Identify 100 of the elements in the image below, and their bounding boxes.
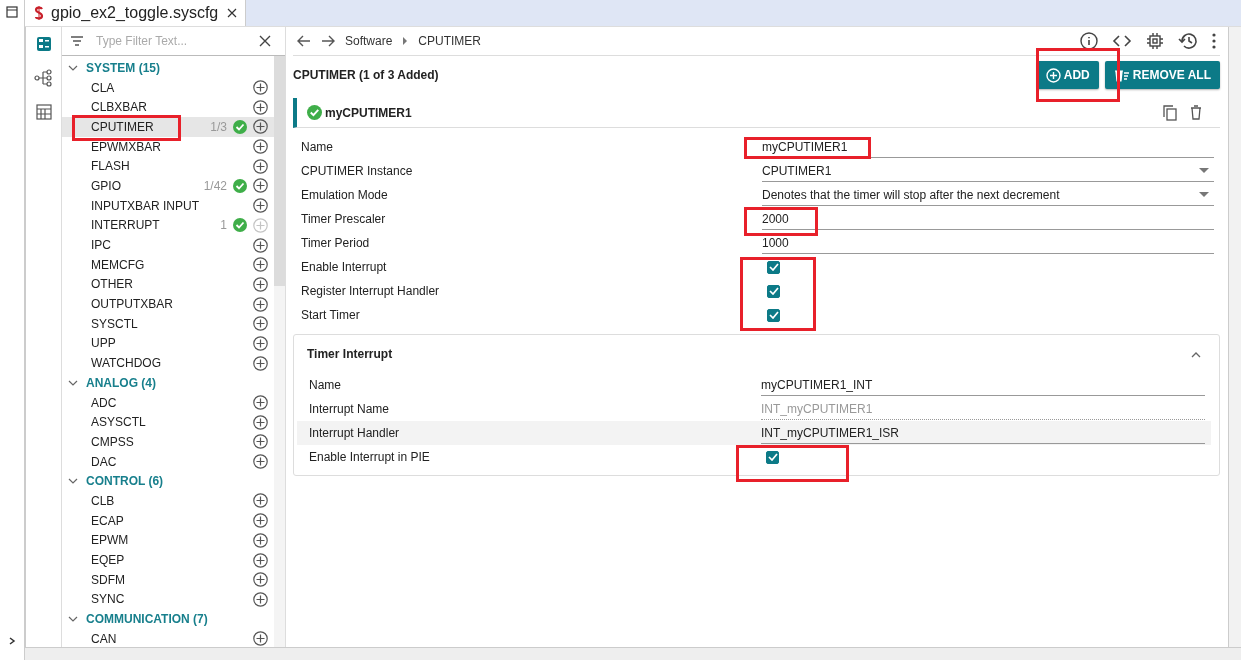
tree-item[interactable]: EPWM	[62, 530, 274, 551]
add-icon[interactable]	[253, 631, 268, 647]
chip-icon[interactable]	[1146, 32, 1164, 50]
text-field[interactable]: myCPUTIMER1	[762, 136, 1214, 158]
chevron-down-icon[interactable]	[68, 63, 78, 72]
add-icon[interactable]	[253, 237, 268, 253]
breadcrumb-link[interactable]: CPUTIMER	[418, 34, 482, 48]
category-label[interactable]: SYSTEM (15)	[86, 60, 160, 75]
code-icon[interactable]	[1112, 34, 1132, 48]
tree-item[interactable]: SYSCTL	[62, 313, 274, 334]
add-icon[interactable]	[253, 158, 268, 174]
add-icon[interactable]	[253, 198, 268, 214]
chevron-down-icon[interactable]	[68, 378, 78, 387]
text-field[interactable]: myCPUTIMER1_INT	[761, 374, 1205, 396]
module-label: OUTPUTXBAR	[91, 297, 174, 312]
chevron-down-icon[interactable]	[68, 615, 78, 624]
add-icon[interactable]	[253, 355, 268, 371]
checkbox[interactable]	[766, 450, 779, 464]
list-view-icon[interactable]	[34, 35, 53, 53]
tree-item[interactable]: FLASH	[62, 156, 274, 177]
add-icon[interactable]	[253, 296, 268, 312]
text-field[interactable]: INT_myCPUTIMER1_ISR	[761, 422, 1205, 444]
category-label[interactable]: ANALOG (4)	[86, 375, 156, 390]
chevron-down-icon[interactable]	[68, 477, 78, 486]
tree-item[interactable]: ECAP	[62, 510, 274, 531]
window-icon[interactable]	[6, 6, 18, 18]
collapse-chevron-icon[interactable]	[1191, 350, 1201, 358]
add-icon[interactable]	[253, 99, 268, 115]
tree-item[interactable]: GPIO 1/42	[62, 176, 274, 196]
scrollbar-thumb[interactable]	[274, 56, 285, 286]
add-icon[interactable]	[253, 552, 268, 568]
tree-item[interactable]: OUTPUTXBAR	[62, 294, 274, 314]
text-field[interactable]: 2000	[762, 208, 1214, 230]
section-title: Timer Interrupt	[307, 347, 393, 361]
text-field[interactable]: 1000	[762, 232, 1214, 254]
module-label: INTERRUPT	[91, 218, 161, 233]
category-label[interactable]: COMMUNICATION (7)	[86, 612, 208, 627]
info-icon[interactable]	[1080, 32, 1098, 50]
add-icon[interactable]	[253, 414, 268, 430]
add-icon[interactable]	[253, 493, 268, 509]
add-icon[interactable]	[253, 591, 268, 607]
checkbox[interactable]	[767, 284, 780, 298]
category-label[interactable]: CONTROL (6)	[86, 474, 164, 489]
tree-item[interactable]: INTERRUPT 1	[62, 215, 274, 236]
module-label: EPWMXBAR	[91, 139, 162, 154]
add-icon[interactable]	[253, 532, 268, 548]
tree-item[interactable]: EQEP	[62, 550, 274, 570]
tree-item[interactable]: INPUTXBAR INPUT	[62, 195, 274, 216]
add-icon[interactable]	[253, 139, 268, 155]
tree-item[interactable]: OTHER	[62, 274, 274, 295]
add-icon[interactable]	[253, 80, 268, 96]
add-icon[interactable]	[253, 513, 268, 529]
tree-item[interactable]: ADC	[62, 392, 274, 413]
filter-field[interactable]: Type Filter Text...	[94, 33, 249, 49]
clear-icon[interactable]	[259, 35, 271, 47]
add-icon[interactable]	[253, 316, 268, 332]
add-icon[interactable]	[253, 276, 268, 292]
field-label: Name	[309, 378, 342, 392]
add-icon[interactable]	[253, 335, 268, 351]
instance-name[interactable]: myCPUTIMER1	[325, 105, 412, 120]
tree-item[interactable]: WATCHDOG	[62, 353, 274, 373]
tree-item[interactable]: SDFM	[62, 569, 274, 590]
tree-item[interactable]: MEMCFG	[62, 254, 274, 275]
add-icon[interactable]	[253, 572, 268, 588]
add-icon[interactable]	[253, 434, 268, 450]
calculator-icon[interactable]	[34, 103, 53, 121]
tree-item[interactable]: CLBXBAR	[62, 97, 274, 118]
module-label: CPUTIMER	[91, 119, 155, 134]
dropdown-field[interactable]: CPUTIMER1	[762, 160, 1214, 182]
checkbox[interactable]	[767, 308, 780, 322]
hierarchy-icon[interactable]	[33, 68, 54, 88]
remove-all-button[interactable]: REMOVE ALL	[1104, 61, 1220, 89]
tree-item[interactable]: CAN	[62, 628, 274, 647]
forward-arrow-icon[interactable]	[321, 35, 335, 47]
tree-item[interactable]: IPC	[62, 235, 274, 255]
close-icon[interactable]	[227, 8, 237, 18]
chevron-right-icon[interactable]	[7, 636, 17, 646]
tree-item[interactable]: UPP	[62, 333, 274, 354]
add-icon[interactable]	[253, 178, 268, 194]
back-arrow-icon[interactable]	[297, 35, 311, 47]
checkbox[interactable]	[767, 260, 780, 274]
tree-item[interactable]: CMPSS	[62, 432, 274, 452]
add-icon[interactable]	[253, 395, 268, 411]
tree-item[interactable]: CLB	[62, 491, 274, 511]
tree-item[interactable]: EPWMXBAR	[62, 136, 274, 157]
copy-icon[interactable]	[1163, 104, 1177, 121]
tree-item[interactable]: SYNC	[62, 589, 274, 610]
add-icon[interactable]	[253, 257, 268, 273]
history-icon[interactable]	[1178, 32, 1198, 50]
tree-item[interactable]: CLA	[62, 77, 274, 98]
add-icon[interactable]	[253, 454, 268, 470]
tree-item[interactable]: ASYSCTL	[62, 412, 274, 433]
add-icon[interactable]	[253, 119, 268, 135]
add-button[interactable]: ADD	[1036, 61, 1099, 89]
breadcrumb-link[interactable]: Software	[345, 34, 393, 48]
dropdown-field[interactable]: Denotes that the timer will stop after the next decrement	[762, 184, 1214, 206]
more-icon[interactable]	[1212, 33, 1216, 49]
tree-item[interactable]: CPUTIMER 1/3	[62, 117, 274, 137]
tree-item[interactable]: DAC	[62, 451, 274, 472]
trash-icon[interactable]	[1190, 105, 1202, 120]
